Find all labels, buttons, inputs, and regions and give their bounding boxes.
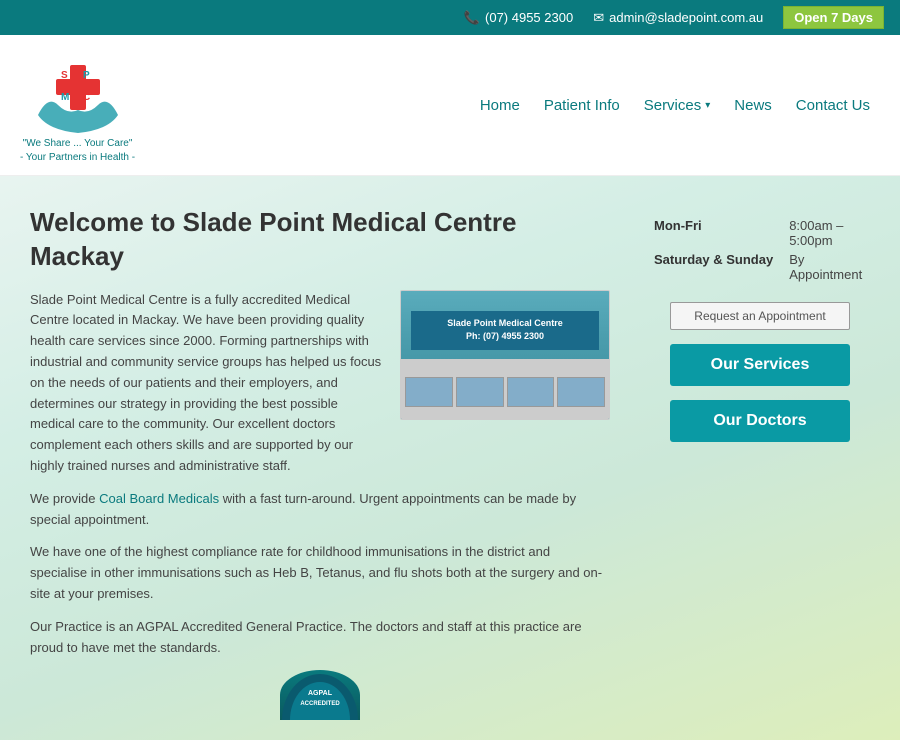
main-nav: Home Patient Info Services ▾ News Contac… bbox=[480, 97, 870, 114]
clinic-window bbox=[405, 377, 453, 407]
svg-text:S: S bbox=[61, 70, 68, 81]
top-bar: 📞 (07) 4955 2300 ✉ admin@sladepoint.com.… bbox=[0, 0, 900, 35]
weekday-label: Mon-Fri bbox=[650, 216, 777, 250]
email-address: admin@sladepoint.com.au bbox=[609, 10, 763, 25]
hours-row-weekend: Saturday & Sunday By Appointment bbox=[650, 250, 870, 284]
page-title: Welcome to Slade Point Medical Centre Ma… bbox=[30, 206, 610, 274]
intro-text: Slade Point Medical Centre is a fully ac… bbox=[30, 290, 386, 477]
hours-row-weekday: Mon-Fri 8:00am – 5:00pm bbox=[650, 216, 870, 250]
weekday-hours: 8:00am – 5:00pm bbox=[777, 216, 870, 250]
coal-board-paragraph: We provide Coal Board Medicals with a fa… bbox=[30, 489, 610, 531]
right-column: Mon-Fri 8:00am – 5:00pm Saturday & Sunda… bbox=[650, 206, 870, 720]
nav-home[interactable]: Home bbox=[480, 97, 520, 114]
our-services-button[interactable]: Our Services bbox=[670, 344, 850, 386]
accreditation-area: AGPAL ACCREDITED bbox=[30, 670, 610, 720]
nav-services-wrapper: Services ▾ bbox=[644, 97, 711, 114]
nav-contact-us[interactable]: Contact Us bbox=[796, 97, 870, 114]
svg-text:ACCREDITED: ACCREDITED bbox=[300, 701, 340, 707]
phone-icon: 📞 bbox=[464, 10, 480, 26]
nav-news[interactable]: News bbox=[734, 97, 772, 114]
coal-board-link[interactable]: Coal Board Medicals bbox=[99, 491, 219, 506]
weekend-hours: By Appointment bbox=[777, 250, 870, 284]
clinic-sign: Slade Point Medical Centre Ph: (07) 4955… bbox=[411, 311, 599, 350]
svg-text:P: P bbox=[83, 70, 90, 81]
clinic-window bbox=[507, 377, 555, 407]
site-header: S P M C "We Share ... Your Care" - Your … bbox=[0, 35, 900, 176]
open-badge: Open 7 Days bbox=[783, 6, 884, 29]
main-content-area: Welcome to Slade Point Medical Centre Ma… bbox=[0, 176, 900, 740]
email-icon: ✉ bbox=[593, 10, 604, 26]
request-appointment-button[interactable]: Request an Appointment bbox=[670, 302, 850, 330]
chevron-down-icon: ▾ bbox=[705, 100, 710, 111]
email-info: ✉ admin@sladepoint.com.au bbox=[593, 10, 763, 26]
logo-area: S P M C "We Share ... Your Care" - Your … bbox=[20, 45, 135, 165]
logo-svg: S P M C bbox=[28, 45, 128, 135]
phone-number: (07) 4955 2300 bbox=[485, 10, 573, 25]
left-column: Welcome to Slade Point Medical Centre Ma… bbox=[30, 206, 610, 720]
weekend-label: Saturday & Sunday bbox=[650, 250, 777, 284]
hours-table: Mon-Fri 8:00am – 5:00pm Saturday & Sunda… bbox=[650, 216, 870, 284]
logo-tagline: "We Share ... Your Care" - Your Partners… bbox=[20, 137, 135, 165]
immunisation-paragraph: We have one of the highest compliance ra… bbox=[30, 542, 610, 604]
intro-section: Slade Point Medical Centre is a fully ac… bbox=[30, 290, 610, 477]
svg-text:M: M bbox=[61, 92, 69, 103]
content-wrapper: Welcome to Slade Point Medical Centre Ma… bbox=[30, 206, 870, 720]
clinic-windows bbox=[405, 377, 605, 407]
clinic-photo-inner: Slade Point Medical Centre Ph: (07) 4955… bbox=[401, 291, 609, 419]
phone-info: 📞 (07) 4955 2300 bbox=[464, 10, 573, 26]
nav-services[interactable]: Services bbox=[644, 97, 702, 114]
clinic-photo: Slade Point Medical Centre Ph: (07) 4955… bbox=[400, 290, 610, 420]
clinic-window bbox=[557, 377, 605, 407]
nav-patient-info[interactable]: Patient Info bbox=[544, 97, 620, 114]
accred-badge: AGPAL ACCREDITED bbox=[280, 670, 360, 720]
clinic-building bbox=[401, 359, 609, 419]
our-doctors-button[interactable]: Our Doctors bbox=[670, 400, 850, 442]
clinic-window bbox=[456, 377, 504, 407]
svg-text:C: C bbox=[83, 92, 90, 103]
agpal-paragraph: Our Practice is an AGPAL Accredited Gene… bbox=[30, 617, 610, 659]
